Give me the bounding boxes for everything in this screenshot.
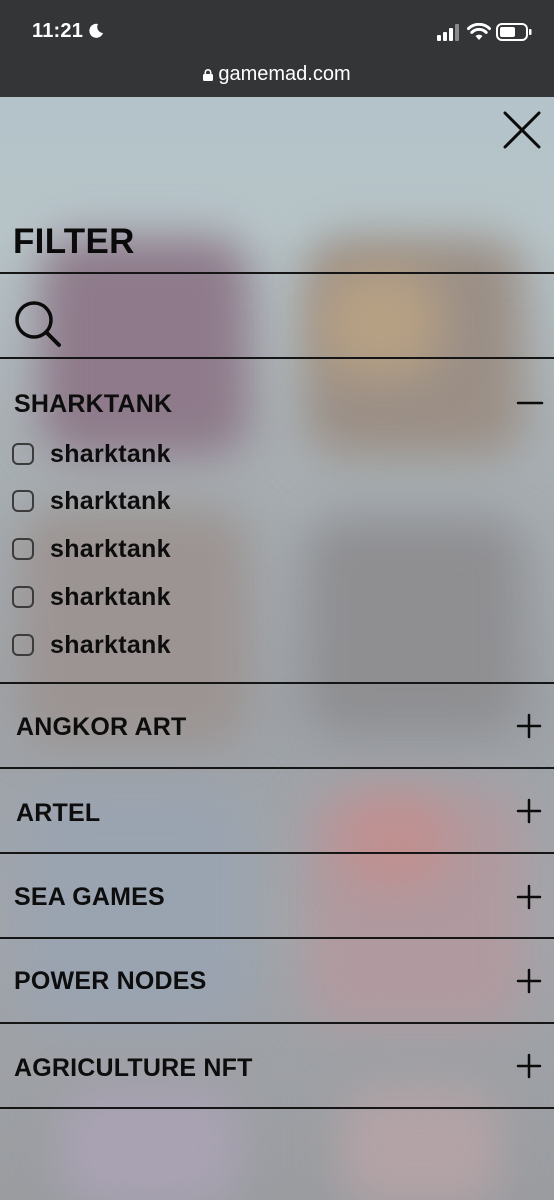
filter-option-label: sharktank [50,582,171,611]
moon-icon [89,23,103,38]
divider [0,272,554,274]
plus-icon[interactable] [512,880,546,914]
divider [0,937,554,939]
filter-option-label: sharktank [50,534,171,563]
wifi-icon [467,23,491,40]
filter-section-header-sharktank[interactable]: SHARKTANK [14,390,172,419]
filter-option[interactable]: sharktank [12,630,171,660]
filter-option-label: sharktank [50,630,171,659]
plus-icon[interactable] [512,1049,546,1083]
checkbox[interactable] [12,443,34,465]
lock-icon [203,69,214,81]
minus-icon[interactable] [512,386,546,420]
divider [0,357,554,359]
plus-icon[interactable] [512,964,546,998]
close-icon[interactable] [500,110,544,150]
status-bar: 11:21 gamemad.com [0,0,554,97]
checkbox[interactable] [12,634,34,656]
address-bar[interactable]: gamemad.com [0,63,554,86]
filter-option[interactable]: sharktank [12,439,171,469]
filter-option-label: sharktank [50,486,171,515]
divider [0,1022,554,1024]
filter-option-label: sharktank [50,439,171,468]
filter-section-header-sea-games[interactable]: SEA GAMES [14,883,165,912]
plus-icon[interactable] [512,709,546,743]
battery-icon [496,23,532,41]
filter-section-header-agriculture-nft[interactable]: AGRICULTURE NFT [14,1054,253,1083]
url-text: gamemad.com [218,63,351,85]
divider [0,682,554,684]
search-icon[interactable] [14,300,62,348]
checkbox[interactable] [12,490,34,512]
divider [0,852,554,854]
filter-section-header-angkor-art[interactable]: ANGKOR ART [16,713,187,742]
checkbox[interactable] [12,538,34,560]
checkbox[interactable] [12,586,34,608]
filter-option[interactable]: sharktank [12,534,171,564]
status-time: 11:21 [32,20,84,42]
filter-title: FILTER [13,222,135,261]
signal-icon [437,24,459,41]
filter-section-header-power-nodes[interactable]: POWER NODES [14,967,207,996]
divider [0,767,554,769]
plus-icon[interactable] [512,794,546,828]
divider [0,1107,554,1109]
filter-section-header-artel[interactable]: ARTEL [16,799,100,828]
filter-option[interactable]: sharktank [12,582,171,612]
filter-option[interactable]: sharktank [12,486,171,516]
